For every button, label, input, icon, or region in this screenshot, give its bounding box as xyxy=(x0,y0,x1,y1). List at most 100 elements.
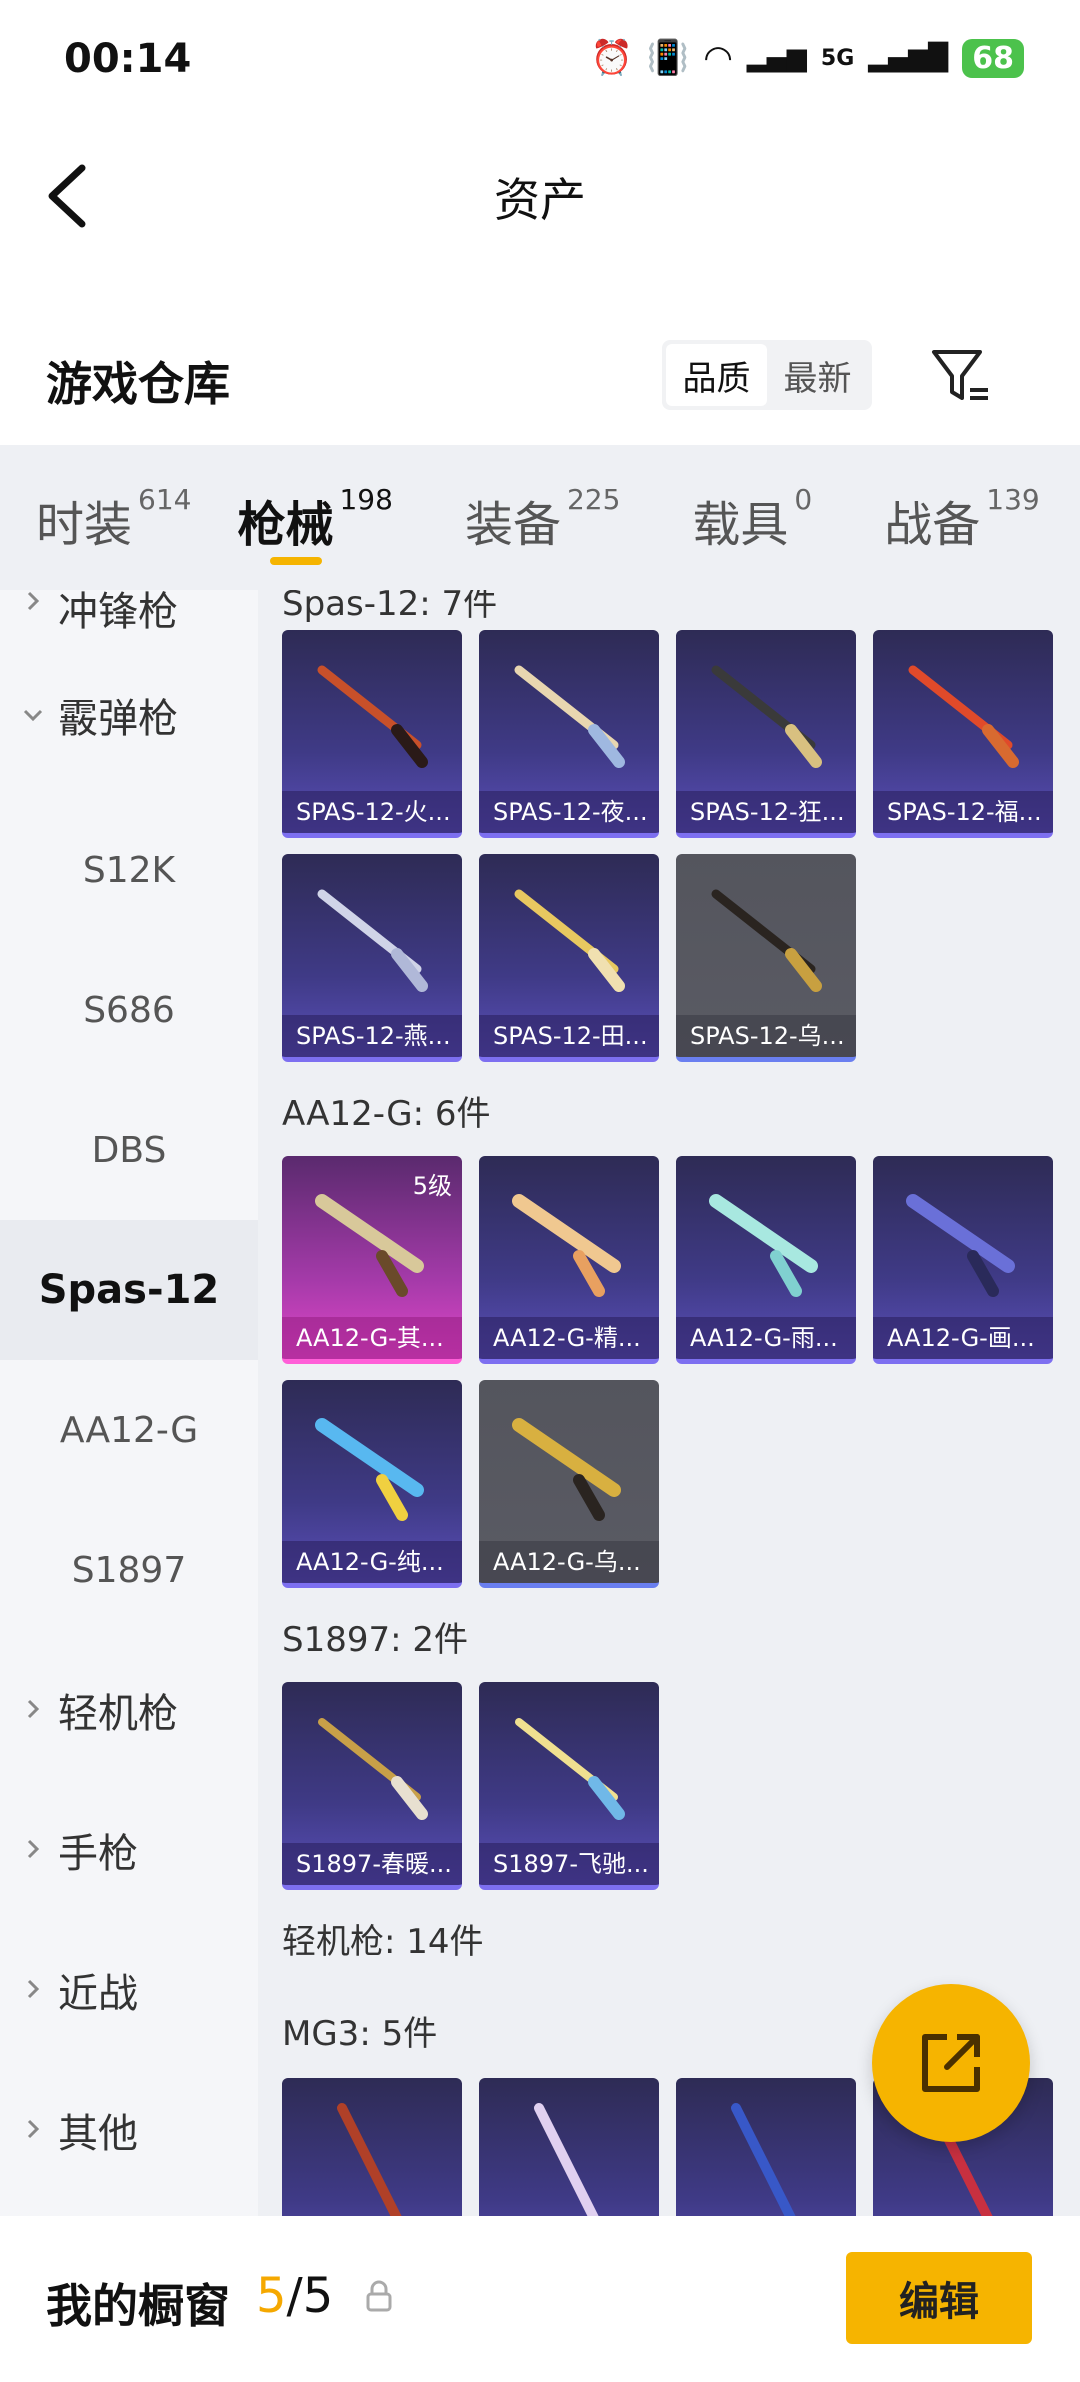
item-name: SPAS-12-狂... xyxy=(676,791,856,833)
shotgun-skin-image xyxy=(318,1718,428,1820)
sidebar-item-melee[interactable]: 近战 xyxy=(0,1920,258,2060)
sidebar-item-shotgun[interactable]: 霰弹枪 xyxy=(0,630,258,800)
chevron-right-icon xyxy=(27,591,40,611)
active-tab-indicator xyxy=(270,557,323,565)
tab-count: 614 xyxy=(138,483,192,516)
signal-5g-label: 5G xyxy=(820,45,855,71)
item-card[interactable]: SPAS-12-火... xyxy=(282,630,462,838)
battery-indicator: 68 xyxy=(962,38,1024,78)
item-card[interactable]: SPAS-12-田... xyxy=(479,854,659,1062)
tab-vehicles[interactable]: 载具 0 xyxy=(620,483,813,555)
item-name: AA12-G-纯... xyxy=(282,1541,462,1583)
shotgun-skin-image xyxy=(514,665,625,768)
shotgun-skin-image xyxy=(315,1418,424,1521)
share-icon xyxy=(922,2034,980,2092)
sidebar-item-aa12g[interactable]: AA12-G xyxy=(0,1360,258,1500)
tab-count: 225 xyxy=(566,483,621,516)
warehouse-row: 游戏仓库 品质 最新 xyxy=(0,330,1080,430)
tab-label: 载具 xyxy=(692,497,789,553)
item-card[interactable]: S1897-飞驰... xyxy=(479,1682,659,1890)
item-card[interactable]: AA12-G-画... xyxy=(873,1156,1053,1364)
sidebar-item-label: 其他 xyxy=(58,2111,138,2157)
shotgun-skin-image xyxy=(317,665,428,768)
sidebar-item-label: 手枪 xyxy=(58,1831,138,1877)
item-card[interactable]: SPAS-12-夜... xyxy=(479,630,659,838)
status-icons: ⏰ 📳 ◠ ▂▄▆ 5G ▂▄▆█ 68 xyxy=(591,38,1024,78)
showcase-count: 5/5 xyxy=(256,2268,333,2324)
sidebar-item-s1897[interactable]: S1897 xyxy=(0,1500,258,1640)
page-title: 资产 xyxy=(494,173,586,227)
shotgun-skin-image xyxy=(908,665,1019,768)
showcase-separator: / xyxy=(286,2268,303,2324)
tab-label: 枪械 xyxy=(237,497,334,553)
status-bar: 00:14 ⏰ 📳 ◠ ▂▄▆ 5G ▂▄▆█ 68 xyxy=(0,0,1080,120)
item-name: AA12-G-其... xyxy=(282,1317,462,1359)
sidebar-item-other[interactable]: 其他 xyxy=(0,2060,258,2200)
item-name: AA12-G-精... xyxy=(479,1317,659,1359)
item-card[interactable] xyxy=(676,2078,856,2216)
tab-firearms[interactable]: 枪械 198 xyxy=(191,483,393,565)
sidebar-item-lmg[interactable]: 轻机枪 xyxy=(0,1640,258,1780)
edit-button[interactable]: 编辑 xyxy=(846,2252,1032,2344)
alarm-icon: ⏰ xyxy=(590,38,633,78)
chevron-right-icon xyxy=(27,1979,40,1999)
sidebar-item-pistol[interactable]: 手枪 xyxy=(0,1780,258,1920)
item-card[interactable]: SPAS-12-福... xyxy=(873,630,1053,838)
vibrate-icon: 📳 xyxy=(646,38,690,78)
shotgun-skin-image xyxy=(711,889,822,992)
item-card[interactable]: AA12-G-乌... xyxy=(479,1380,659,1588)
sidebar-item-dbs[interactable]: DBS xyxy=(0,1080,258,1220)
item-card[interactable]: S1897-春暖... xyxy=(282,1682,462,1890)
shotgun-skin-image xyxy=(512,1418,621,1521)
machine-gun-skin-image xyxy=(731,2103,796,2216)
machine-gun-skin-image xyxy=(337,2103,402,2216)
item-card[interactable]: AA12-G-纯... xyxy=(282,1380,462,1588)
shotgun-skin-image xyxy=(515,1718,625,1820)
showcase-current: 5 xyxy=(256,2268,287,2324)
section-title-lmg: 轻机枪: 14件 xyxy=(282,1922,484,1962)
sort-quality-option[interactable]: 品质 xyxy=(666,344,767,406)
tab-supplies[interactable]: 战备 139 xyxy=(812,483,1039,555)
item-card[interactable]: SPAS-12-乌... xyxy=(676,854,856,1062)
category-sidebar: 冲锋枪 霰弹枪 S12K S686 DBS Spas-12 AA12-G S18… xyxy=(0,590,258,2216)
item-card[interactable]: AA12-G-精... xyxy=(479,1156,659,1364)
section-title-s1897: S1897: 2件 xyxy=(282,1620,469,1660)
sort-newest-option[interactable]: 最新 xyxy=(767,344,868,406)
signal-icon: ▂▄▆ xyxy=(746,43,807,73)
item-name: AA12-G-画... xyxy=(873,1317,1053,1359)
item-card[interactable] xyxy=(479,2078,659,2216)
showcase-bar: 我的橱窗 5/5 编辑 xyxy=(0,2216,1080,2382)
sidebar-item-s686[interactable]: S686 xyxy=(0,940,258,1080)
tab-label: 时装 xyxy=(36,497,133,553)
sidebar-item-s12k[interactable]: S12K xyxy=(0,800,258,940)
machine-gun-skin-image xyxy=(534,2103,599,2216)
item-card[interactable]: SPAS-12-燕... xyxy=(282,854,462,1062)
tab-count: 0 xyxy=(794,483,813,516)
sidebar-item-label: 轻机枪 xyxy=(58,1691,178,1737)
category-tabs: 时装 614 枪械 198 装备 225 载具 0 战备 139 xyxy=(0,445,1080,590)
top-header: 资产 xyxy=(0,140,1080,250)
share-button[interactable] xyxy=(872,1984,1030,2142)
tab-count: 198 xyxy=(339,483,393,516)
tab-equipment[interactable]: 装备 225 xyxy=(393,483,621,555)
item-card[interactable]: AA12-G-雨... xyxy=(676,1156,856,1364)
filter-icon[interactable] xyxy=(928,344,992,408)
item-card[interactable]: 5级 AA12-G-其... xyxy=(282,1156,462,1364)
sort-toggle: 品质 最新 xyxy=(662,340,872,410)
section-title-mg3: MG3: 5件 xyxy=(282,2014,438,2054)
chevron-right-icon xyxy=(27,1699,40,1719)
wifi-icon: ◠ xyxy=(703,38,733,78)
item-name: S1897-飞驰... xyxy=(479,1843,659,1885)
item-grid: Spas-12: 7件 SPAS-12-火... SPAS-12-夜... SP… xyxy=(258,590,1080,2216)
item-card[interactable]: SPAS-12-狂... xyxy=(676,630,856,838)
chevron-right-icon xyxy=(27,1839,40,1859)
chevron-right-icon xyxy=(27,2119,40,2139)
item-card[interactable] xyxy=(282,2078,462,2216)
sidebar-item-spas12[interactable]: Spas-12 xyxy=(0,1220,258,1360)
item-name: AA12-G-雨... xyxy=(676,1317,856,1359)
item-name: SPAS-12-福... xyxy=(873,791,1053,833)
sidebar-item-smg[interactable]: 冲锋枪 xyxy=(0,590,258,635)
tab-label: 战备 xyxy=(884,497,981,553)
tab-fashion[interactable]: 时装 614 xyxy=(0,483,192,555)
tab-label: 装备 xyxy=(464,497,561,553)
